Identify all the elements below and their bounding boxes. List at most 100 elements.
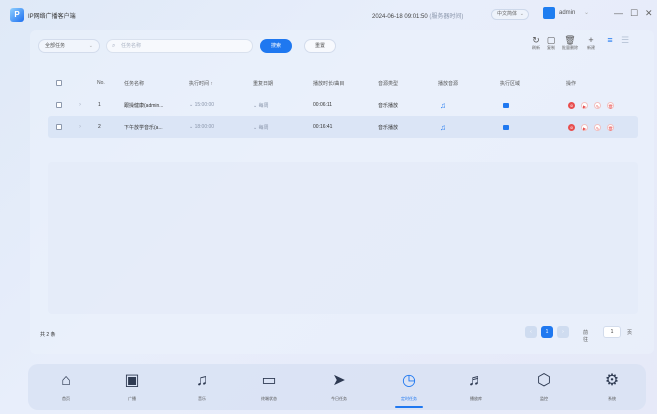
row-repeat: ⌄ 每周 xyxy=(253,124,269,131)
select-all-checkbox[interactable] xyxy=(56,80,62,86)
row-repeat-value: 每周 xyxy=(258,124,269,131)
library-icon: ♬ xyxy=(468,372,484,389)
row-duration: 00:06:11 xyxy=(313,102,333,108)
task-table: No. 任务名称 执行时间 ↑ 重复日期 播放时长/曲目 音源类型 播放音源 执… xyxy=(48,72,638,138)
copy-button[interactable]: ▢ 复制 xyxy=(542,35,560,51)
monitor-icon: ⬡ xyxy=(537,372,551,389)
page-number-button[interactable]: 1 xyxy=(541,326,553,338)
nav-label: 今日任务 xyxy=(331,396,347,401)
maximize-icon[interactable]: ☐ xyxy=(630,8,638,19)
nav-label: 音乐 xyxy=(198,396,206,401)
search-icon: ⌕ xyxy=(112,43,116,49)
reset-button[interactable]: 重置 xyxy=(304,39,336,53)
broadcast-icon: ▣ xyxy=(124,372,140,389)
row-exec-time-value: 18:00:00 xyxy=(194,124,215,130)
clock-chevron-icon: ⌄ xyxy=(189,124,194,130)
col-exec-time[interactable]: 执行时间 ↑ xyxy=(189,80,213,87)
nav-label: 首页 xyxy=(62,396,70,401)
task-panel: 全部任务 ⌄ ⌕ 任务名称 搜索 重置 ↻ 刷新 ▢ 复制 🗑 批量删除 + 新… xyxy=(30,30,654,354)
goto-page-input[interactable]: 1 xyxy=(603,326,621,338)
delete-icon[interactable]: 🗑 xyxy=(607,101,614,109)
expand-icon[interactable]: › xyxy=(79,102,81,108)
datetime-value: 2024-06-18 09:01:50 xyxy=(372,14,428,20)
next-page-button[interactable]: › xyxy=(557,326,569,338)
datetime-note: (服务器时间) xyxy=(429,14,464,20)
edit-icon[interactable]: ✎ xyxy=(594,101,601,109)
title-bar: P IP网络广播客户端 2024-06-18 09:01:50 (服务器时间) … xyxy=(0,0,657,30)
repeat-chevron-icon: ⌄ xyxy=(253,102,258,109)
avatar[interactable] xyxy=(543,7,555,19)
zone-icon[interactable] xyxy=(503,124,509,130)
close-icon[interactable]: ✕ xyxy=(645,8,653,19)
row-no: 2 xyxy=(98,124,101,130)
edit-icon[interactable]: ✎ xyxy=(594,123,601,131)
col-exec-zone: 执行区域 xyxy=(500,80,521,87)
table-row[interactable]: › 2 下午放学音乐(a... ⌄ 18:00:00 ⌄ 每周 00:16:41… xyxy=(48,116,638,138)
prev-page-button[interactable]: ‹ xyxy=(525,326,537,338)
nav-item-home[interactable]: ⌂ 首页 xyxy=(38,370,94,402)
row-repeat-value: 每周 xyxy=(258,102,269,109)
nav-label: 系统 xyxy=(608,396,616,401)
new-task-label: 新建 xyxy=(587,45,595,50)
device-status-icon: ▭ xyxy=(261,372,277,389)
copy-icon: ▢ xyxy=(546,35,556,45)
nav-item-library[interactable]: ♬ 播放库 xyxy=(448,370,504,402)
row-source-type: 音乐播放 xyxy=(378,102,399,109)
row-repeat: ⌄ 每周 xyxy=(253,102,269,109)
new-task-button[interactable]: + 新建 xyxy=(582,35,600,51)
minimize-icon[interactable]: — xyxy=(614,8,623,18)
app-title: IP网络广播客户端 xyxy=(28,14,76,20)
batch-delete-button[interactable]: 🗑 批量删除 xyxy=(561,35,579,51)
bottom-nav: ⌂ 首页 ▣ 广播 ♫ 音乐 ▭ 终端状态 ➤ 今日任务 ◷ 定时任务 ♬ 播放… xyxy=(28,364,646,410)
user-name[interactable]: admin xyxy=(559,10,575,16)
refresh-label: 刷新 xyxy=(532,45,540,50)
grid-view-button[interactable]: ☰ xyxy=(616,35,634,45)
chevron-down-icon: ⌄ xyxy=(519,11,524,17)
nav-label: 广播 xyxy=(128,396,136,401)
task-scope-select[interactable]: 全部任务 ⌄ xyxy=(38,39,100,53)
zone-icon[interactable] xyxy=(503,102,509,108)
col-repeat-date: 重复日期 xyxy=(253,80,274,87)
language-select[interactable]: 中文简体 ⌄ xyxy=(491,9,529,20)
music-note-icon[interactable]: ♫ xyxy=(440,123,446,132)
nav-item-today-task[interactable]: ➤ 今日任务 xyxy=(311,370,367,402)
settings-icon: ⚙ xyxy=(604,372,620,389)
copy-label: 复制 xyxy=(547,45,555,50)
scope-value: 全部任务 xyxy=(45,43,66,49)
stop-icon[interactable]: ⊘ xyxy=(568,101,575,109)
nav-label: 播放库 xyxy=(470,396,482,401)
music-note-icon[interactable]: ♫ xyxy=(440,101,446,110)
timer-task-icon: ◷ xyxy=(402,372,416,389)
stop-icon[interactable]: ⊘ xyxy=(568,123,575,131)
nav-item-monitor[interactable]: ⬡ 监控 xyxy=(516,370,572,402)
expand-icon[interactable]: › xyxy=(79,124,81,130)
server-datetime: 2024-06-18 09:01:50 (服务器时间) xyxy=(372,11,463,20)
play-icon[interactable]: ▶ xyxy=(581,101,588,109)
batch-delete-label: 批量删除 xyxy=(562,45,578,50)
row-checkbox[interactable] xyxy=(56,102,62,108)
nav-item-music[interactable]: ♫ 音乐 xyxy=(174,370,230,402)
goto-suffix: 页 xyxy=(627,330,633,336)
music-icon: ♫ xyxy=(196,372,208,389)
search-placeholder: 任务名称 xyxy=(121,43,142,49)
delete-icon[interactable]: 🗑 xyxy=(607,123,614,131)
play-icon[interactable]: ▶ xyxy=(581,123,588,131)
row-exec-time: ⌄ 15:00:00 xyxy=(189,102,214,108)
search-button[interactable]: 搜索 xyxy=(260,39,292,53)
nav-item-settings[interactable]: ⚙ 系统 xyxy=(584,370,640,402)
home-icon: ⌂ xyxy=(61,372,71,389)
col-task-name: 任务名称 xyxy=(124,80,145,87)
chevron-down-icon[interactable]: ⌄ xyxy=(584,9,589,16)
repeat-chevron-icon: ⌄ xyxy=(253,124,258,131)
row-exec-time: ⌄ 18:00:00 xyxy=(189,124,214,130)
nav-item-broadcast[interactable]: ▣ 广播 xyxy=(104,370,160,402)
row-no: 1 xyxy=(98,102,101,108)
col-actions: 操作 xyxy=(566,80,577,87)
row-checkbox[interactable] xyxy=(56,124,62,130)
total-count: 共 2 条 xyxy=(40,332,56,338)
nav-item-device-status[interactable]: ▭ 终端状态 xyxy=(241,370,297,402)
nav-item-timer-task[interactable]: ◷ 定时任务 xyxy=(381,370,437,408)
nav-label: 监控 xyxy=(540,396,548,401)
search-input[interactable]: ⌕ 任务名称 xyxy=(106,39,253,53)
table-row[interactable]: › 1 跟操健康(admin... ⌄ 15:00:00 ⌄ 每周 00:06:… xyxy=(48,94,638,116)
